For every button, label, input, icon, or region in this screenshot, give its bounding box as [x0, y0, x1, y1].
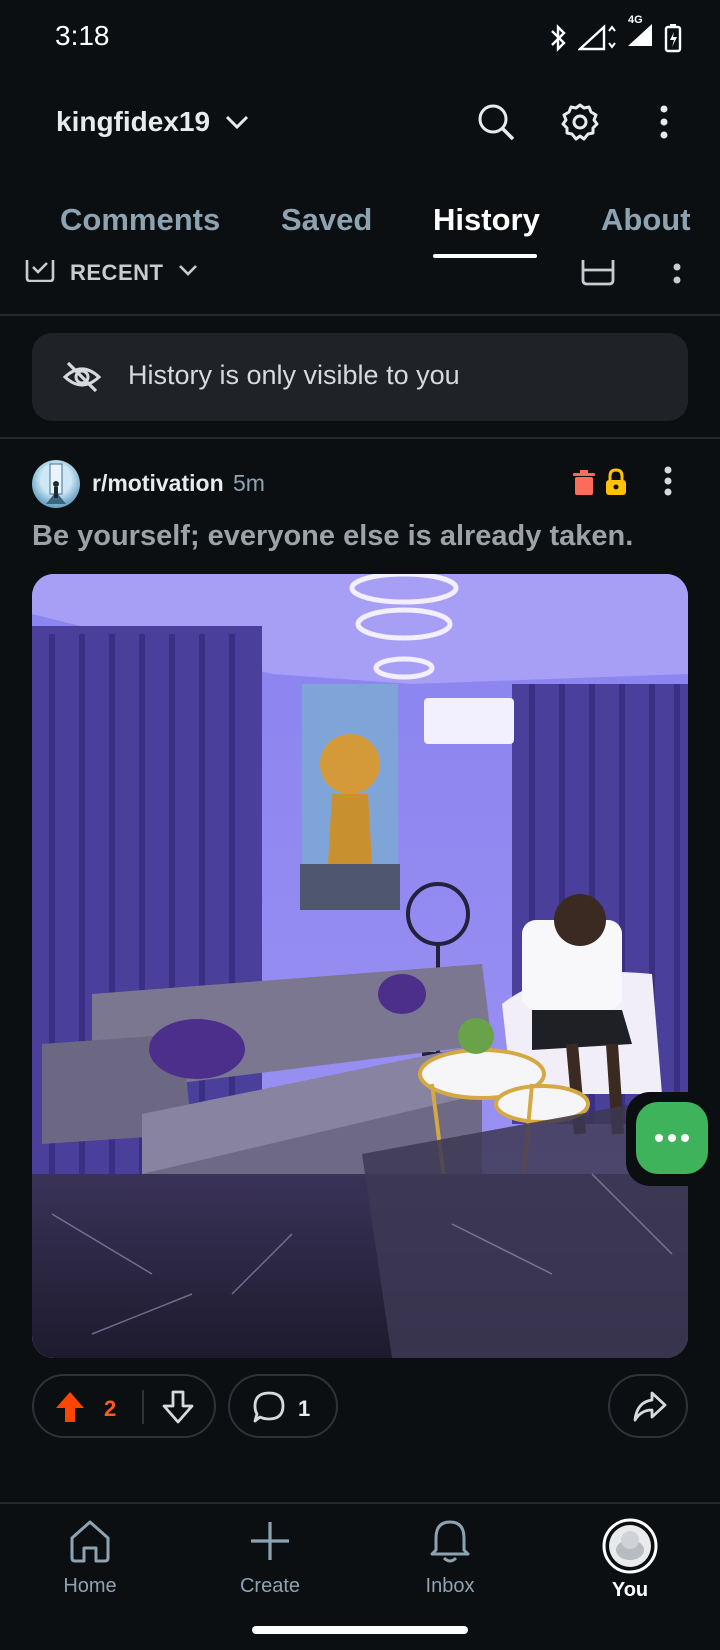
bell-icon	[430, 1520, 470, 1563]
post-options-button[interactable]	[662, 466, 682, 500]
view-toggle-button[interactable]	[580, 260, 620, 286]
signal-icon	[578, 23, 616, 50]
more-horizontal-icon	[655, 1134, 689, 1142]
vote-divider	[142, 1390, 144, 1424]
status-icons: 4G	[546, 14, 682, 55]
nav-home[interactable]: Home	[30, 1518, 150, 1598]
post-meta: r/motivation 5m	[32, 458, 688, 508]
checkbox-icon	[25, 260, 55, 282]
post-actions: 2 1	[32, 1374, 688, 1438]
nav-home-label: Home	[63, 1575, 117, 1597]
post-title[interactable]: Be yourself; everyone else is already ta…	[32, 520, 633, 553]
network-type: 4G	[628, 14, 643, 26]
sort-dropdown[interactable]: RECENT	[70, 260, 200, 290]
status-bar: 3:18 4G	[0, 0, 720, 72]
tab-history[interactable]: History	[433, 202, 540, 238]
trash-icon	[573, 470, 595, 495]
profile-header: kingfidex19	[0, 72, 720, 172]
gear-icon	[561, 103, 599, 141]
nav-you[interactable]: You	[570, 1518, 690, 1602]
filter-more-button[interactable]	[672, 260, 688, 290]
avatar-icon	[602, 1518, 658, 1574]
more-vertical-icon	[673, 263, 681, 284]
home-indicator[interactable]	[252, 1626, 468, 1634]
filter-bar: RECENT	[0, 260, 720, 316]
battery-icon	[664, 23, 682, 52]
chevron-down-icon	[179, 265, 197, 276]
nav-you-label: You	[611, 1579, 649, 1601]
divider	[0, 437, 720, 439]
active-tab-indicator	[433, 254, 537, 258]
username-label: kingfidex19	[56, 106, 211, 137]
profile-tabs: Comments Saved History About	[0, 172, 720, 260]
subreddit-avatar[interactable]	[32, 460, 80, 508]
tab-comments[interactable]: Comments	[60, 202, 220, 238]
search-icon	[478, 104, 515, 141]
upvote-count: 2	[104, 1396, 117, 1421]
tab-about[interactable]: About	[601, 202, 691, 238]
search-button[interactable]	[472, 98, 520, 146]
chevron-down-icon	[226, 115, 249, 130]
status-time: 3:18	[55, 20, 110, 51]
comment-count: 1	[298, 1396, 311, 1421]
upvote-button[interactable]	[54, 1390, 86, 1429]
notice-text: History is only visible to you	[128, 360, 460, 390]
share-button[interactable]	[608, 1374, 688, 1438]
comments-button[interactable]: 1	[228, 1374, 338, 1438]
tab-saved[interactable]: Saved	[281, 202, 372, 238]
home-icon	[70, 1520, 110, 1563]
bluetooth-icon	[551, 23, 566, 52]
card-view-icon	[581, 260, 615, 286]
nav-inbox-label: Inbox	[425, 1575, 475, 1597]
lock-icon	[606, 468, 626, 495]
account-switcher[interactable]: kingfidex19	[56, 106, 250, 138]
vote-group: 2	[32, 1374, 216, 1438]
sort-label: RECENT	[70, 260, 164, 285]
post-time: 5m	[233, 470, 265, 496]
nav-create[interactable]: Create	[210, 1518, 330, 1598]
comment-icon	[253, 1391, 285, 1423]
eye-off-icon	[62, 361, 102, 393]
chat-fab-button[interactable]	[636, 1102, 708, 1174]
upvote-filled-icon	[56, 1392, 84, 1422]
downvote-button[interactable]	[162, 1390, 194, 1429]
settings-button[interactable]	[556, 98, 604, 146]
nav-inbox[interactable]: Inbox	[390, 1518, 510, 1598]
history-privacy-notice: History is only visible to you	[32, 333, 688, 421]
downvote-icon	[162, 1390, 194, 1424]
subreddit-name[interactable]: r/motivation	[92, 470, 224, 497]
more-vertical-icon	[664, 466, 672, 496]
more-vertical-icon	[660, 105, 668, 139]
post-image[interactable]	[32, 574, 688, 1358]
overflow-menu-button[interactable]	[640, 98, 688, 146]
share-icon	[633, 1391, 667, 1422]
nav-create-label: Create	[239, 1575, 301, 1597]
plus-icon	[251, 1522, 289, 1560]
